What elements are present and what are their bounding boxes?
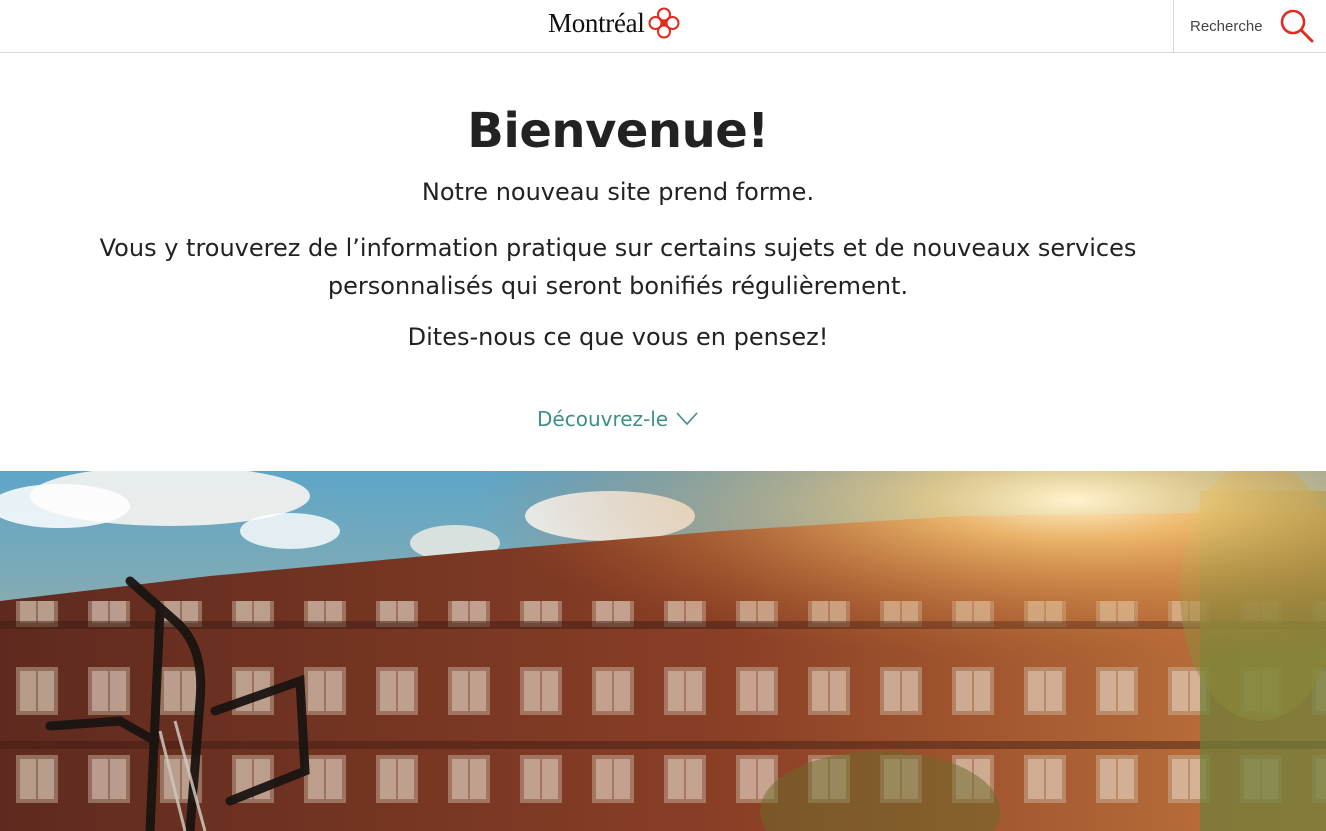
- subtitle: Notre nouveau site prend forme.: [421, 178, 815, 206]
- montreal-logo[interactable]: Montréal: [548, 5, 681, 41]
- site-header: Montréal Recherche: [0, 0, 1326, 53]
- page-title: Bienvenue!: [467, 103, 769, 159]
- chevron-down-icon: [676, 412, 698, 426]
- discover-label: Découvrez-le: [537, 407, 669, 431]
- welcome-section: Bienvenue! Notre nouveau site prend form…: [0, 53, 1326, 471]
- rosette-logo-icon: [647, 6, 681, 40]
- discover-link[interactable]: Découvrez-le: [537, 407, 698, 431]
- feedback-prompt: Dites-nous ce que vous en pensez!: [407, 323, 829, 351]
- search-label: Recherche: [1190, 17, 1263, 35]
- search-icon: [1278, 7, 1316, 45]
- hero-photo: [0, 471, 1326, 831]
- search-button[interactable]: Recherche: [1173, 0, 1326, 52]
- intro-paragraph: Vous y trouverez de l’information pratiq…: [99, 234, 1137, 300]
- logo-text: Montréal: [548, 7, 645, 38]
